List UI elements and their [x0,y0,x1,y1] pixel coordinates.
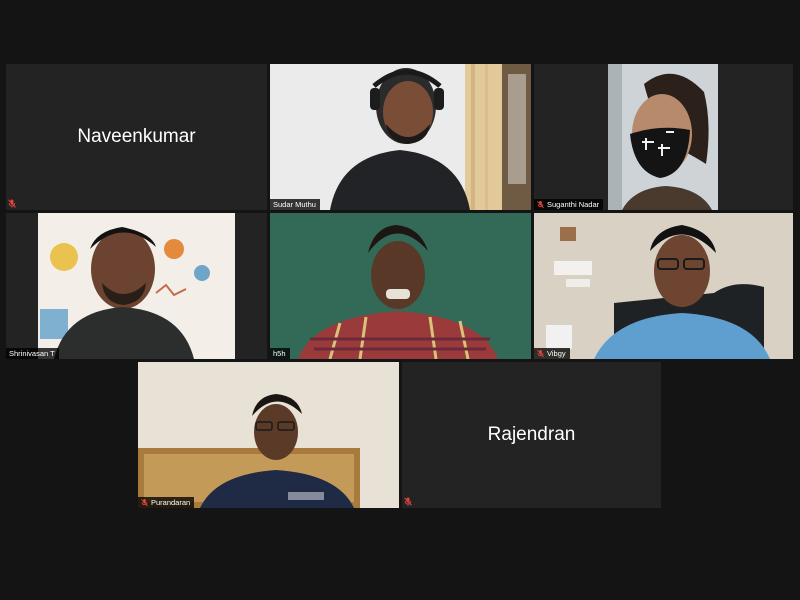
muted-mic-icon [8,199,16,208]
muted-mic-icon [404,497,412,506]
participant-name: Purandaran [151,498,191,507]
participant-name-display: Rajendran [487,424,576,445]
participant-label: Vibgy [534,348,570,359]
video-feed [270,213,531,359]
muted-mic-icon [537,200,544,209]
video-feed [6,213,267,359]
participant-name-display: Naveenkumar [77,126,196,147]
video-feed [138,362,399,508]
participant-tile-h5h[interactable]: h5h [270,213,531,359]
muted-mic-icon [141,498,148,507]
participant-tile-rajendran[interactable]: Rajendran [402,362,661,508]
participant-label: Purandaran [138,497,195,508]
video-feed [270,64,531,210]
participant-tile-naveenkumar[interactable]: Naveenkumar [6,64,267,210]
participant-name: h5h [273,349,286,358]
participant-name: Vibgy [547,349,566,358]
participant-name: Suganthi Nadar [547,200,600,209]
participant-tile-shrinivasan-t[interactable]: Shrinivasan T [6,213,267,359]
participant-name: Sudar Muthu [273,200,316,209]
participant-tile-vibgy[interactable]: Vibgy [534,213,793,359]
participant-label: h5h [270,348,290,359]
muted-mic-icon [537,349,544,358]
participant-label: Suganthi Nadar [534,199,604,210]
video-feed [534,64,793,210]
gallery-view: Naveenkumar Sudar Muthu Suganthi Nadar S… [0,0,800,600]
participant-tile-sudar-muthu[interactable]: Sudar Muthu [270,64,531,210]
participant-tile-purandaran[interactable]: Purandaran [138,362,399,508]
video-feed [534,213,793,359]
participant-name: Shrinivasan T [9,349,55,358]
participant-label: Shrinivasan T [6,348,59,359]
participant-label: Sudar Muthu [270,199,320,210]
participant-tile-suganthi-nadar[interactable]: Suganthi Nadar [534,64,793,210]
